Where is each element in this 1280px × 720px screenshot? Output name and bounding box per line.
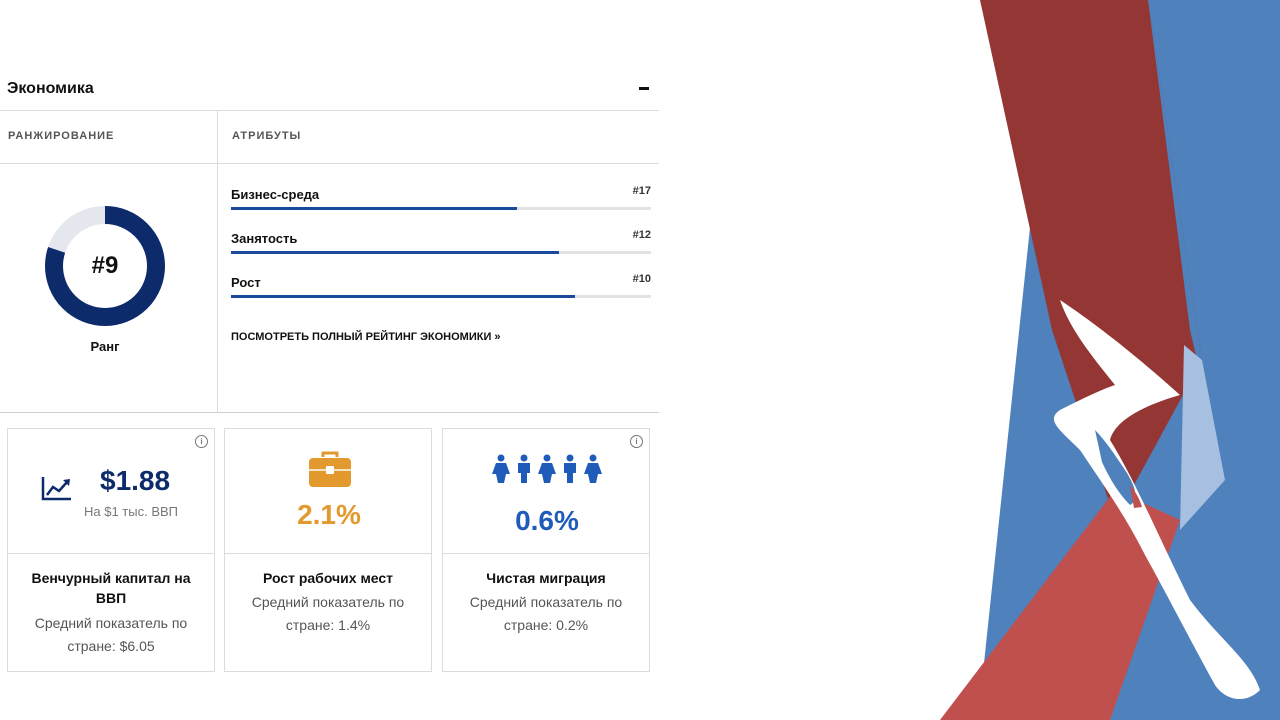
full-ranking-link[interactable]: ПОСМОТРЕТЬ ПОЛНЫЙ РЕЙТИНГ ЭКОНОМИКИ » [231, 331, 501, 343]
card-description-line: Средний показатель по [469, 594, 623, 610]
attribute-label: Бизнес-среда [231, 187, 320, 202]
attribute-bar-fill [231, 295, 576, 298]
card-title: Венчурный капитал на ВВП [18, 568, 204, 608]
page: Экономика РАНЖИРОВАНИЕ АТРИБУТЫ #9 Ранг … [0, 0, 1280, 720]
rank-value: #9 [91, 252, 119, 279]
attribute-row: Бизнес-среда #17 [231, 185, 651, 217]
card-title-line: Венчурный капитал на [31, 570, 191, 586]
attribute-bar-track [231, 207, 651, 210]
card-description-line: Средний показатель по [251, 594, 405, 610]
job-growth-card: 2.1% Рост рабочих мест Средний показател… [224, 428, 432, 672]
attribute-bar-fill [231, 251, 559, 254]
attribute-rank: #17 [632, 185, 651, 197]
info-icon[interactable]: i [630, 435, 643, 448]
venture-capital-card: i $1.88 На $1 тыс. ВВП Венчурный капитал… [7, 428, 215, 672]
card-title: Чистая миграция [453, 568, 639, 588]
attribute-label: Занятость [231, 231, 298, 246]
people-icon [492, 454, 602, 483]
card-top: i 0.6% [443, 429, 649, 554]
attribute-rank: #12 [632, 229, 651, 241]
attribute-rank: #10 [632, 273, 651, 285]
net-migration-card: i 0.6% Чистая миграция Средний показател… [442, 428, 650, 672]
card-description-line: стране: $6.05 [67, 638, 155, 654]
card-title-line: ВВП [95, 590, 127, 606]
attribute-bar-track [231, 251, 651, 254]
venture-capital-subtext: На $1 тыс. ВВП [84, 504, 179, 519]
card-description-line: Средний показатель по [34, 615, 188, 631]
card-title-line: Рост рабочих мест [262, 570, 394, 586]
section-title: Экономика [7, 80, 94, 97]
bottom-divider [0, 412, 659, 413]
attribute-row: Занятость #12 [231, 229, 651, 261]
info-icon[interactable]: i [195, 435, 208, 448]
briefcase-icon [309, 451, 351, 487]
job-growth-value: 2.1% [297, 499, 361, 530]
card-top: i $1.88 На $1 тыс. ВВП [8, 429, 214, 554]
column-divider [217, 111, 218, 413]
card-description: Средний показатель по стране: $6.05 [18, 612, 204, 658]
card-description-line: стране: 0.2% [503, 617, 589, 633]
rank-caption: Ранг [90, 339, 120, 354]
card-description: Средний показатель по стране: 0.2% [453, 591, 639, 637]
trend-up-icon [41, 477, 71, 501]
attribute-label: Рост [231, 275, 261, 290]
decorative-flag-graphic [940, 0, 1280, 720]
attribute-bar-track [231, 295, 651, 298]
attributes-column-header: АТРИБУТЫ [232, 130, 302, 142]
card-top: 2.1% [225, 429, 431, 554]
attribute-bar-fill [231, 207, 517, 210]
net-migration-value: 0.6% [515, 505, 579, 536]
card-title-line: Чистая миграция [486, 570, 606, 586]
collapse-button[interactable] [639, 87, 649, 90]
card-title: Рост рабочих мест [235, 568, 421, 588]
rank-box: #9 Ранг [0, 164, 217, 412]
venture-capital-value: $1.88 [100, 465, 171, 496]
attribute-row: Рост #10 [231, 273, 651, 305]
column-header-row: РАНЖИРОВАНИЕ АТРИБУТЫ [0, 111, 659, 164]
ranking-column-header: РАНЖИРОВАНИЕ [8, 130, 115, 142]
card-description-line: стране: 1.4% [285, 617, 371, 633]
section-header: Экономика [0, 68, 659, 111]
card-description: Средний показатель по стране: 1.4% [235, 591, 421, 637]
